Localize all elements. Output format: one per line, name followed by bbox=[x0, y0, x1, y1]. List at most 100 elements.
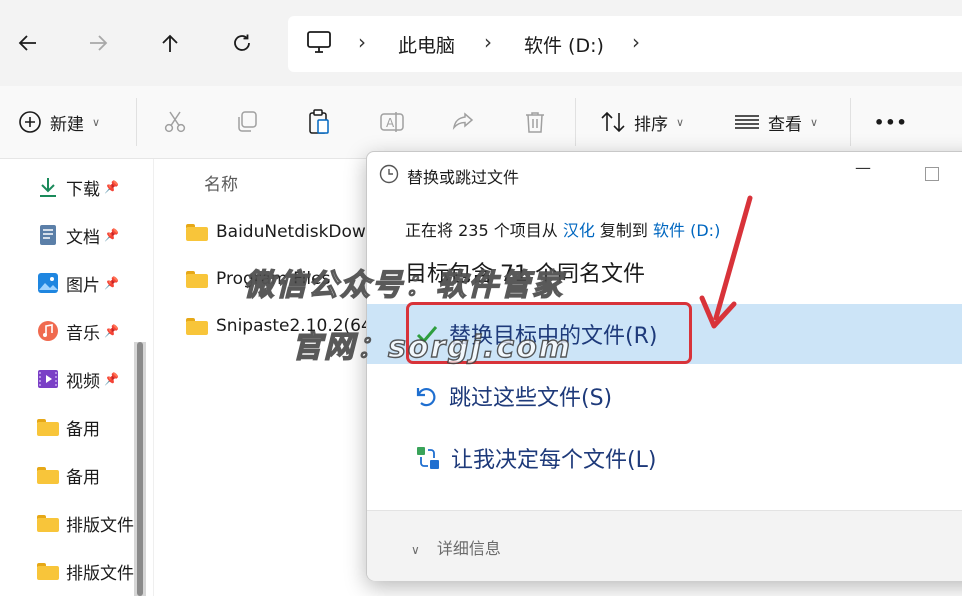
folder-icon bbox=[186, 223, 208, 241]
chevron-down-icon: ∨ bbox=[676, 115, 685, 129]
view-button[interactable]: 查看 ∨ bbox=[734, 86, 818, 158]
more-icon: ••• bbox=[874, 112, 908, 132]
breadcrumb-drive-d[interactable]: 软件 (D:) bbox=[524, 31, 604, 58]
cut-button[interactable] bbox=[163, 86, 187, 158]
arrow-left-icon bbox=[18, 35, 36, 51]
chevron-right-icon[interactable]: › bbox=[358, 30, 366, 54]
copy-button[interactable] bbox=[235, 86, 259, 158]
command-bar: 新建 ∨ A 排序 ∨ 查看 ∨ ••• bbox=[0, 86, 962, 159]
chevron-down-icon: ∨ bbox=[92, 115, 101, 129]
view-label: 查看 bbox=[768, 114, 802, 135]
pin-icon: 📌 bbox=[104, 180, 119, 194]
pane-divider bbox=[153, 159, 154, 596]
delete-button[interactable] bbox=[523, 86, 547, 158]
option-label: 跳过这些文件(S) bbox=[449, 386, 613, 411]
chevron-right-icon[interactable]: › bbox=[632, 30, 640, 54]
pin-icon: 📌 bbox=[104, 372, 119, 386]
sidebar-item-music[interactable]: 音乐 📌 bbox=[36, 311, 119, 351]
minimize-button[interactable]: — bbox=[855, 158, 875, 178]
share-button[interactable] bbox=[451, 86, 475, 158]
folder-icon bbox=[36, 559, 60, 583]
arrow-right-icon bbox=[90, 35, 108, 51]
column-header-name[interactable]: 名称 bbox=[204, 170, 238, 195]
list-view-icon bbox=[735, 115, 759, 129]
option-label: 让我决定每个文件(L) bbox=[451, 448, 657, 473]
arrow-up-icon bbox=[162, 34, 178, 52]
sidebar-item-label: 排版文件 bbox=[66, 515, 134, 536]
new-button[interactable]: 新建 ∨ bbox=[18, 86, 100, 158]
clipboard-icon bbox=[309, 109, 329, 134]
chevron-down-icon: ∨ bbox=[411, 543, 420, 557]
more-details-label: 详细信息 bbox=[436, 539, 501, 558]
maximize-button[interactable] bbox=[925, 167, 939, 181]
pin-icon: 📌 bbox=[104, 228, 119, 242]
clock-icon bbox=[379, 164, 399, 188]
red-arrow-annotation bbox=[699, 195, 753, 329]
dialog-footer: ∨ 详细信息 bbox=[367, 510, 962, 581]
sidebar-item-label: 备用 bbox=[66, 467, 100, 488]
folder-icon bbox=[36, 511, 60, 535]
music-icon bbox=[36, 319, 60, 343]
address-bar[interactable]: › 此电脑 › 软件 (D:) › bbox=[288, 16, 962, 72]
decide-each-file-option[interactable]: 让我决定每个文件(L) bbox=[415, 428, 656, 488]
info-middle: 复制到 bbox=[599, 221, 648, 240]
dialog-title: 替换或跳过文件 bbox=[407, 168, 520, 187]
sidebar-item-label: 图片 bbox=[66, 275, 100, 296]
sidebar-item-label: 备用 bbox=[66, 419, 100, 440]
refresh-button[interactable] bbox=[222, 22, 262, 64]
svg-text:A: A bbox=[386, 116, 395, 130]
info-prefix: 正在将 235 个项目从 bbox=[405, 221, 558, 240]
watermark-line-2: 官网：sorgj.com bbox=[291, 329, 573, 365]
sort-label: 排序 bbox=[634, 114, 668, 135]
sidebar-item-label: 视频 bbox=[66, 371, 100, 392]
sidebar-item-folder[interactable]: 备用 bbox=[36, 407, 100, 447]
sidebar-item-label: 下载 bbox=[66, 179, 100, 200]
sort-icon bbox=[601, 111, 625, 133]
pin-icon: 📌 bbox=[104, 276, 119, 290]
scissors-icon bbox=[164, 111, 186, 133]
paste-button[interactable] bbox=[307, 86, 331, 158]
new-label: 新建 bbox=[50, 114, 84, 135]
sort-button[interactable]: 排序 ∨ bbox=[600, 86, 684, 158]
sidebar-scrollbar-thumb[interactable] bbox=[137, 342, 143, 596]
refresh-icon bbox=[234, 34, 250, 51]
sidebar-item-label: 排版文件 bbox=[66, 563, 134, 584]
decide-icon bbox=[417, 447, 439, 469]
more-options-button[interactable]: ••• bbox=[874, 86, 908, 158]
navigation-pane: 下载 📌 文档 📌 图片 📌 音乐 📌 视频 📌 备用 备用 排版文件 排版文件 bbox=[0, 159, 150, 596]
up-button[interactable] bbox=[150, 22, 190, 64]
breadcrumb-this-pc[interactable]: 此电脑 bbox=[398, 31, 455, 58]
rename-icon: A bbox=[380, 112, 404, 132]
folder-icon bbox=[36, 415, 60, 439]
document-icon bbox=[36, 223, 60, 247]
watermark-line-1: 微信公众号：软件管家 bbox=[243, 267, 564, 303]
source-folder-link[interactable]: 汉化 bbox=[563, 221, 595, 240]
share-icon bbox=[452, 112, 474, 131]
back-button[interactable] bbox=[8, 22, 48, 64]
sidebar-item-label: 音乐 bbox=[66, 323, 100, 344]
skip-files-option[interactable]: 跳过这些文件(S) bbox=[415, 366, 612, 426]
divider bbox=[136, 98, 137, 146]
forward-button[interactable] bbox=[78, 22, 118, 64]
rename-button[interactable]: A bbox=[379, 86, 405, 158]
folder-icon bbox=[186, 317, 208, 335]
sidebar-item-folder[interactable]: 排版文件 bbox=[36, 551, 134, 591]
chevron-down-icon: ∨ bbox=[810, 115, 819, 129]
download-icon bbox=[36, 175, 60, 199]
divider bbox=[850, 98, 851, 146]
copy-progress-text: 正在将 235 个项目从 汉化 复制到 软件 (D:) bbox=[405, 217, 720, 241]
sidebar-item-videos[interactable]: 视频 📌 bbox=[36, 359, 119, 399]
folder-icon bbox=[186, 270, 208, 288]
computer-icon bbox=[306, 30, 332, 58]
trash-icon bbox=[526, 112, 544, 133]
more-details-toggle[interactable]: ∨ 详细信息 bbox=[411, 535, 501, 559]
sidebar-item-downloads[interactable]: 下载 📌 bbox=[36, 167, 119, 207]
sidebar-item-pictures[interactable]: 图片 📌 bbox=[36, 263, 119, 303]
sidebar-item-documents[interactable]: 文档 📌 bbox=[36, 215, 119, 255]
sidebar-item-folder[interactable]: 备用 bbox=[36, 455, 100, 495]
sidebar-item-label: 文档 bbox=[66, 227, 100, 248]
sidebar-item-folder[interactable]: 排版文件 bbox=[36, 503, 134, 543]
video-icon bbox=[36, 367, 60, 391]
pin-icon: 📌 bbox=[104, 324, 119, 338]
chevron-right-icon[interactable]: › bbox=[484, 30, 492, 54]
